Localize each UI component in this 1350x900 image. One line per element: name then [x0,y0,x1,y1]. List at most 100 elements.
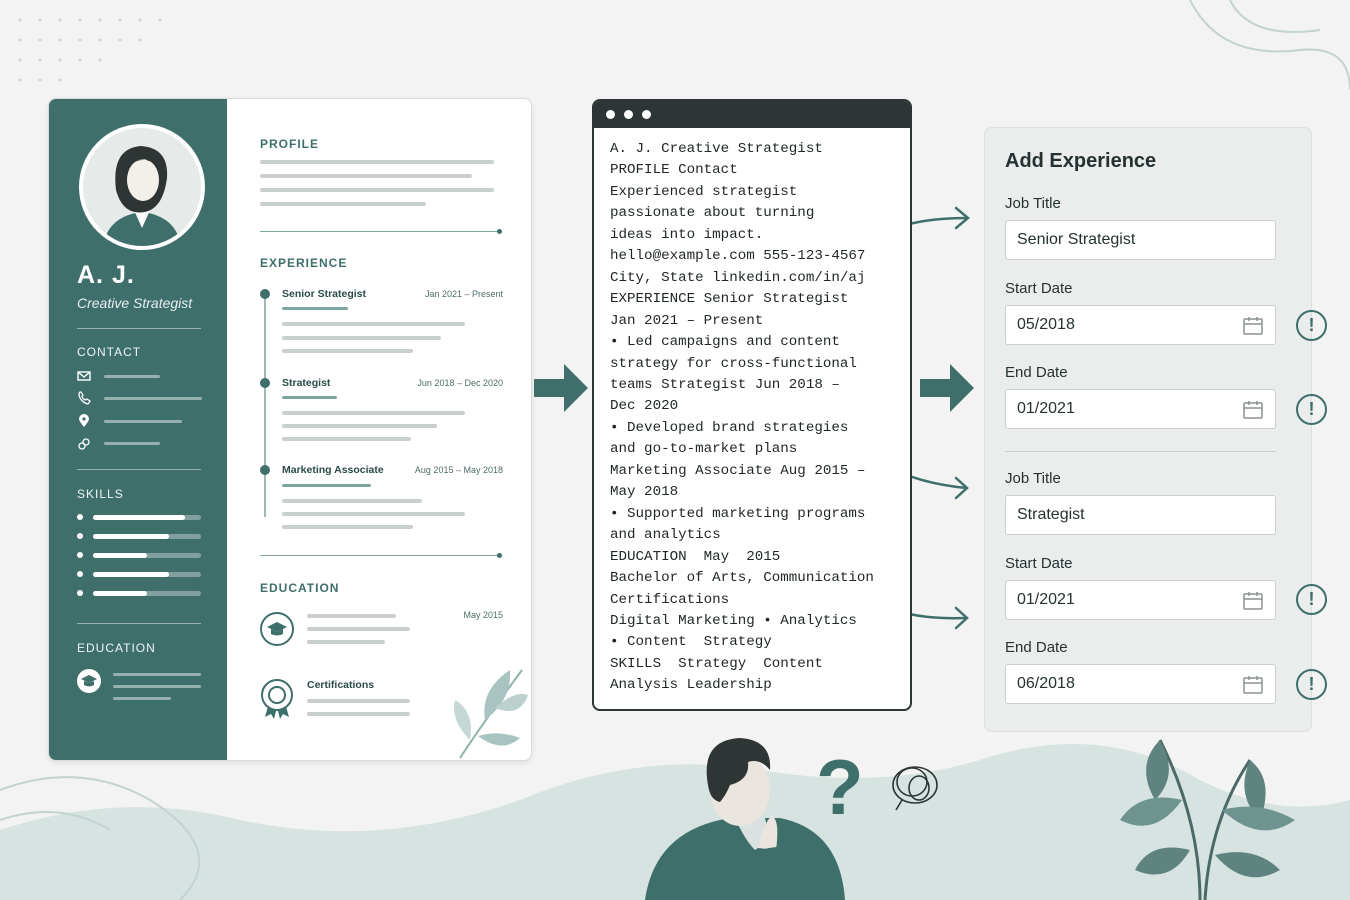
job-title-label: Job Title [1005,195,1061,212]
extracted-line: Analysis Leadership [610,677,772,694]
end-date-value: 01/2021 [1017,400,1075,417]
extracted-line: May 2018 [610,484,679,501]
education-line [113,673,201,676]
calendar-icon[interactable] [1243,316,1263,335]
skill-bar-fill [93,553,147,558]
job-dates: Jan 2021 – Present [424,289,503,299]
extracted-line: teams Strategist Jun 2018 – [610,376,840,393]
text-line [282,336,441,340]
contact-line [104,420,182,423]
text-line [282,307,348,310]
skill-bar-fill [93,591,147,596]
contact-line [104,397,202,400]
start-date-value: 01/2021 [1017,591,1075,608]
divider [77,469,201,470]
window-titlebar [594,101,910,128]
text-line [307,699,410,703]
extracted-text: A. J. Creative Strategist PROFILE Contact… [610,139,874,697]
extracted-line: SKILLS Strategy Content [610,655,823,672]
timeline-dot [260,465,270,475]
extracted-line: • Developed brand strategies [610,419,849,436]
experience-heading: EXPERIENCE [260,256,348,270]
text-line [282,396,337,399]
timeline-dot [260,289,270,299]
text-line [282,525,413,529]
text-line [282,411,465,415]
end-date-field[interactable]: 06/2018 [1005,664,1276,704]
form-title: Add Experience [1005,150,1157,172]
text-line [282,349,413,353]
warning-icon: ! [1296,584,1327,615]
end-date-label: End Date [1005,364,1068,381]
extracted-line: A. J. Creative Strategist [610,141,823,157]
start-date-label: Start Date [1005,280,1073,297]
extracted-line: Jan 2021 – Present [610,312,764,329]
extracted-line: • Led campaigns and content [610,334,840,351]
calendar-icon[interactable] [1243,591,1263,610]
contact-line [104,442,160,445]
extracted-line: EDUCATION May 2015 [610,548,781,565]
window-dot [624,110,633,119]
extracted-line: • Supported marketing programs [610,505,866,522]
envelope-icon [77,371,91,381]
text-line [282,499,422,503]
plain-text-window: A. J. Creative Strategist PROFILE Contact… [592,99,912,711]
extracted-line: and analytics [610,527,721,544]
resume-role: Creative Strategist [77,295,193,311]
skill-bar [93,515,201,520]
skill-bar-fill [93,515,185,520]
leaf-decoration [454,669,528,759]
extracted-line: Certifications [610,591,730,608]
skill-bar [93,572,201,577]
profile-heading: PROFILE [260,137,320,151]
resume-name: A. J. [77,261,135,289]
job-title-value: Strategist [1017,506,1085,523]
skill-bullet [77,590,83,596]
svg-text:?: ? [816,743,864,831]
graduation-cap-icon [260,612,294,646]
end-date-value: 06/2018 [1017,675,1075,692]
text-line [282,322,465,326]
warning-icon: ! [1296,394,1327,425]
end-date-field[interactable]: 01/2021 [1005,389,1276,429]
start-date-label: Start Date [1005,555,1073,572]
job-title-field[interactable]: Strategist [1005,495,1276,535]
extracted-line: ideas into impact. [610,226,764,243]
extracted-line: EXPERIENCE Senior Strategist [610,291,849,308]
job-title: Marketing Associate [282,464,384,476]
skill-bar [93,534,201,539]
extracted-line: hello@example.com 555-123-4567 [610,248,866,265]
calendar-icon[interactable] [1243,400,1263,419]
entry-divider [1005,451,1276,452]
text-line [282,437,411,441]
text-line [260,202,426,206]
section-divider [260,553,502,558]
extracted-line: passionate about turning [610,205,815,222]
start-date-value: 05/2018 [1017,316,1075,333]
text-line [260,160,494,164]
contact-heading: CONTACT [77,345,142,359]
graduation-cap-icon [77,669,101,693]
divider [77,623,201,624]
calendar-icon[interactable] [1243,675,1263,694]
education-date: May 2015 [463,610,503,620]
end-date-label: End Date [1005,639,1068,656]
skill-bullet [77,533,83,539]
skill-bar [93,553,201,558]
extracted-line: Experienced strategist [610,183,798,200]
extracted-line: and go-to-market plans [610,441,798,458]
job-title-field[interactable]: Senior Strategist [1005,220,1276,260]
skill-bullet [77,552,83,558]
warning-icon: ! [1296,669,1327,700]
add-experience-form: Add Experience Job Title Senior Strategi… [984,127,1312,732]
location-pin-icon [79,414,89,427]
link-icon [78,438,90,450]
timeline-line [264,295,266,517]
text-line [307,627,410,631]
start-date-field[interactable]: 01/2021 [1005,580,1276,620]
start-date-field[interactable]: 05/2018 [1005,305,1276,345]
extracted-line: Marketing Associate Aug 2015 – [610,462,866,479]
window-dot [606,110,615,119]
skill-bar [93,591,201,596]
phone-icon [78,391,91,405]
